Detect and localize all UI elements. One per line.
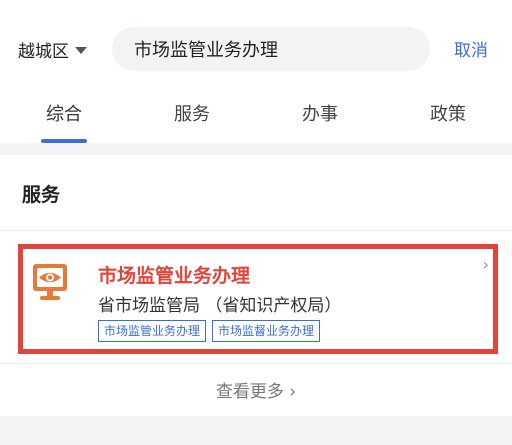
tag: 市场监管业务办理 (98, 320, 207, 342)
top-search-bar: 越城区 市场监管业务办理 取消 (0, 0, 512, 85)
section-title: 服务 (22, 184, 61, 206)
result-tabs: 综合 服务 办事 政策 (0, 85, 512, 143)
bottom-divider (0, 416, 512, 445)
result-department: 省市场监管局 （省知识产权局） (98, 296, 342, 316)
section-divider-line (0, 230, 512, 231)
search-input[interactable]: 市场监管业务办理 (112, 27, 430, 71)
chevron-right-icon: › (482, 255, 489, 274)
view-more-link[interactable]: 查看更多 › (0, 377, 512, 402)
result-divider-line (0, 363, 512, 364)
tab-label: 综合 (46, 104, 82, 125)
tab-affairs[interactable]: 办事 (256, 85, 384, 143)
tag: 市场监督业务办理 (212, 320, 321, 342)
result-title: 市场监管业务办理 (98, 265, 251, 287)
tab-policy[interactable]: 政策 (384, 85, 512, 143)
tab-label: 办事 (302, 104, 338, 125)
tab-label: 政策 (430, 104, 466, 125)
search-query: 市场监管业务办理 (134, 40, 278, 61)
region-selector[interactable]: 越城区 (18, 36, 87, 62)
section-divider (0, 143, 512, 155)
tab-comprehensive[interactable]: 综合 (0, 85, 128, 143)
caret-down-icon (75, 46, 87, 54)
monitor-eye-icon (33, 264, 67, 300)
tab-label: 服务 (174, 104, 210, 125)
cancel-button[interactable]: 取消 (454, 36, 488, 61)
tab-services[interactable]: 服务 (128, 85, 256, 143)
service-result-item[interactable]: 市场监管业务办理 省市场监管局 （省知识产权局） 市场监管业务办理 市场监督业务… (18, 244, 498, 354)
result-tags: 市场监管业务办理 市场监督业务办理 (98, 320, 321, 342)
region-label: 越城区 (18, 41, 69, 62)
